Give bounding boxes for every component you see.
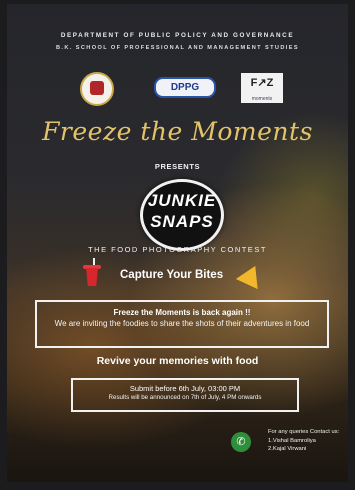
cheese-icon <box>235 260 267 290</box>
revive-text: Revive your memories with food <box>96 355 259 367</box>
contact-person-2: 2.Kajal Virwani <box>268 446 307 452</box>
deadline-box: Submit before 6th July, 03:00 PM Results… <box>71 378 299 412</box>
logo-row: DPPG F↗Z moments <box>7 72 348 106</box>
contact-info: For any queries Contact us: 1.Vishal Bam… <box>268 428 346 454</box>
seal-logo-icon <box>80 72 114 106</box>
phone-icon: ✆ <box>231 432 251 452</box>
ftm-logo-text: F↗Z <box>250 77 274 89</box>
announcement-body: We are inviting the foodies to share the… <box>54 319 310 328</box>
presents-label: PRESENTS <box>154 162 201 171</box>
ftm-logo-icon: F↗Z moments <box>241 73 283 103</box>
results-date: Results will be announced on 7th of July… <box>108 394 262 401</box>
contact-person-1: 1.Vishal Bamroliya <box>268 437 316 444</box>
submit-deadline: Submit before 6th July, 03:00 PM <box>129 384 241 393</box>
ftm-logo-subtext: moments <box>251 96 273 102</box>
announcement-box: Freeze the Moments is back again !! We a… <box>35 300 329 348</box>
event-title: Freeze the Moments <box>42 117 313 146</box>
badge-line-2: SNAPS <box>150 212 214 231</box>
tagline-row: Capture Your Bites <box>7 258 348 294</box>
badge-line-1: JUNKIE <box>147 191 217 210</box>
tagline: Capture Your Bites <box>120 269 224 281</box>
department-name: DEPARTMENT OF PUBLIC POLICY AND GOVERNAN… <box>60 32 295 39</box>
contest-subtitle: THE FOOD PHOTOGRAPHY CONTEST <box>88 245 267 254</box>
soft-drink-icon <box>86 268 98 286</box>
dppg-logo-icon: DPPG <box>154 77 216 98</box>
poster: DEPARTMENT OF PUBLIC POLICY AND GOVERNAN… <box>7 4 348 482</box>
contact-heading: For any queries Contact us: <box>268 429 340 435</box>
announcement-headline: Freeze the Moments is back again !! <box>113 308 251 317</box>
junkie-snaps-badge: JUNKIE SNAPS <box>140 179 224 251</box>
school-name: B.K. SCHOOL OF PROFESSIONAL AND MANAGEME… <box>55 45 299 51</box>
